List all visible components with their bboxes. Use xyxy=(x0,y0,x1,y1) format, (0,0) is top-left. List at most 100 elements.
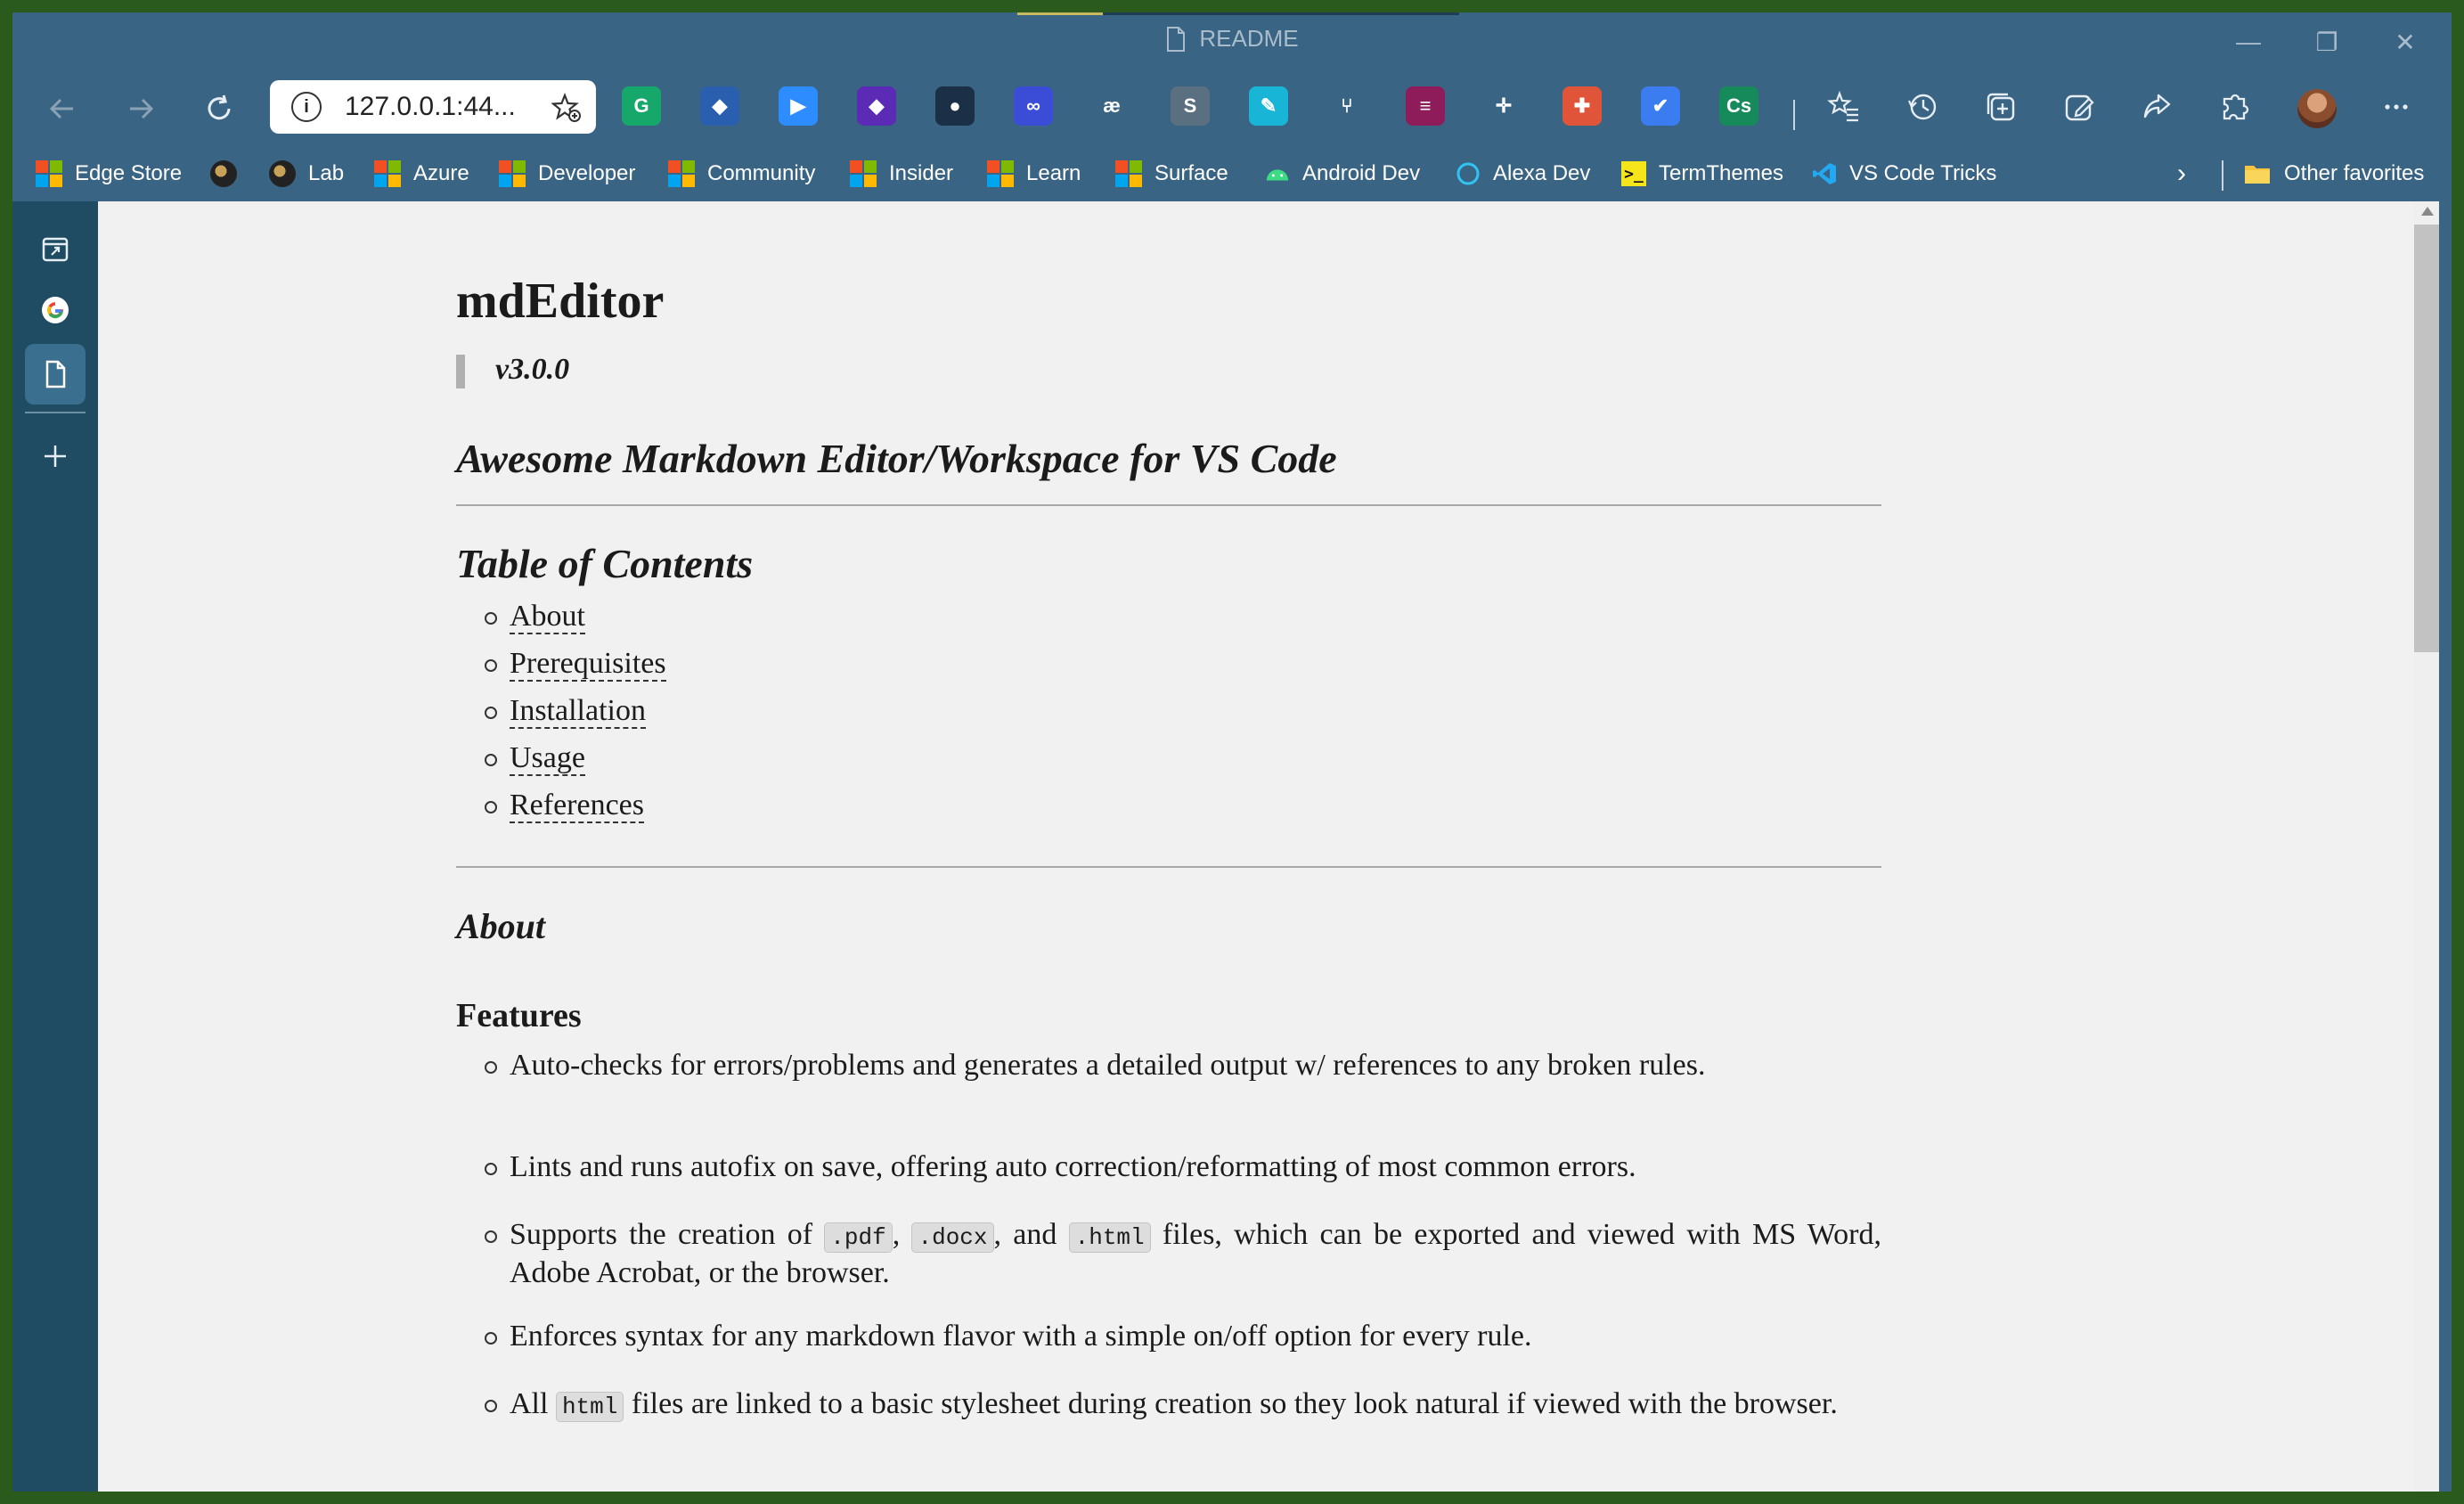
share-button[interactable] xyxy=(2138,87,2177,127)
inline-code: .docx xyxy=(911,1222,994,1253)
vertical-scrollbar[interactable] xyxy=(2414,201,2439,1492)
ext-cross-icon: ✛ xyxy=(1495,94,1513,117)
zoom-button[interactable]: ▶ xyxy=(779,86,818,126)
sidebar-divider xyxy=(25,412,86,413)
puzzle-icon xyxy=(2223,94,2249,120)
ext-s-button[interactable]: S xyxy=(1171,86,1210,126)
favorite-label: Azure xyxy=(413,161,469,185)
grammarly-button[interactable]: G xyxy=(622,86,661,126)
ext-fork-button[interactable]: ⑂ xyxy=(1327,86,1367,126)
horizontal-rule xyxy=(456,866,1881,868)
sidebar xyxy=(12,201,98,1492)
ext-pen-button[interactable]: ✎ xyxy=(1249,86,1288,126)
favorite-item[interactable]: Alexa Dev xyxy=(1456,157,1590,191)
sidebar-new-tab-button[interactable] xyxy=(25,426,86,486)
address-bar[interactable]: i 127.0.0.1:44... xyxy=(270,80,596,134)
favorites-star-icon xyxy=(1827,90,1858,122)
sidebar-tab-actions-button[interactable] xyxy=(25,219,86,280)
tab-actions-icon xyxy=(42,237,69,262)
back-button[interactable] xyxy=(36,82,89,135)
toolbar-separator xyxy=(1793,100,1795,130)
favorites-bar: Edge Store Lab Azure Developer Community Insi… xyxy=(12,146,2452,201)
favorite-label: Community xyxy=(707,161,816,185)
favorites-overflow-button[interactable]: › xyxy=(2177,157,2186,191)
ae-button[interactable]: æ xyxy=(1092,86,1131,126)
scroll-up-arrow-icon[interactable] xyxy=(2421,207,2434,216)
close-button[interactable]: ✕ xyxy=(2366,20,2444,64)
toc-link-installation[interactable]: Installation xyxy=(510,694,646,729)
refresh-button[interactable] xyxy=(192,82,246,135)
favorite-item[interactable]: VS Code Tricks xyxy=(1812,157,1996,191)
feature-text: Auto-checks for errors/problems and gene… xyxy=(510,1049,1706,1082)
history-icon xyxy=(1907,94,1937,120)
toc-link-usage[interactable]: Usage xyxy=(510,741,585,776)
scrollbar-thumb[interactable] xyxy=(2414,225,2439,652)
favorite-item[interactable]: Android Dev xyxy=(1265,157,1420,191)
restore-button[interactable]: ❐ xyxy=(2288,20,2366,64)
ext-link-icon: ∞ xyxy=(1026,94,1040,117)
zoom-icon: ▶ xyxy=(790,94,806,117)
ext-blue-button[interactable]: ◆ xyxy=(700,86,739,126)
favorite-item[interactable]: Edge Store xyxy=(36,157,182,191)
favorite-item[interactable]: Learn xyxy=(987,157,1081,191)
vscode-icon xyxy=(1812,161,1837,186)
profile-avatar[interactable] xyxy=(2297,89,2337,128)
forward-button[interactable] xyxy=(114,82,167,135)
toc-item: Usage xyxy=(485,740,585,776)
toolbar: i 127.0.0.1:44... G ◆ ▶ ◆ ● ∞ æ S ✎ ⑂ ≡ ✛ ✚ ✔ Cs xyxy=(12,71,2452,146)
performance-button[interactable] xyxy=(2060,87,2099,127)
ext-link-button[interactable]: ∞ xyxy=(1014,86,1053,126)
alexa-icon xyxy=(1456,161,1481,186)
ext-purple-button[interactable]: ◆ xyxy=(857,86,896,126)
favorite-label: Surface xyxy=(1154,161,1228,185)
ext-cross-button[interactable]: ✛ xyxy=(1484,86,1523,126)
minimize-icon: — xyxy=(2236,28,2261,55)
blockquote-bar xyxy=(456,355,465,388)
arrow-right-icon xyxy=(130,98,154,119)
inline-code: .html xyxy=(1068,1222,1151,1253)
more-options-button[interactable] xyxy=(2377,87,2416,127)
toc-item: Installation xyxy=(485,693,646,729)
sidebar-tab-google[interactable] xyxy=(25,280,86,340)
favorite-item[interactable]: >_ TermThemes xyxy=(1621,157,1783,191)
add-favorite-icon[interactable] xyxy=(551,93,582,123)
toc-item: References xyxy=(484,788,645,823)
favorite-item[interactable]: Insider xyxy=(850,157,953,191)
plus-icon xyxy=(45,445,66,467)
info-icon[interactable]: i xyxy=(291,92,322,122)
terminal-icon: >_ xyxy=(1621,161,1646,186)
favorite-label: VS Code Tricks xyxy=(1849,161,1997,185)
sidebar-tab-readme[interactable] xyxy=(25,344,86,405)
favorite-item[interactable]: Lab xyxy=(269,157,344,191)
favorite-item[interactable]: Surface xyxy=(1115,157,1228,191)
ext-chat-button[interactable]: ● xyxy=(935,86,975,126)
ext-cs-button[interactable]: Cs xyxy=(1719,86,1758,126)
favorite-item[interactable]: Community xyxy=(668,157,815,191)
history-button[interactable] xyxy=(1903,87,1942,127)
other-favorites-label: Other favorites xyxy=(2284,161,2425,185)
extensions-button[interactable] xyxy=(2216,87,2256,127)
ext-red-button[interactable]: ✚ xyxy=(1562,86,1602,126)
android-icon xyxy=(1265,161,1290,186)
favorites-button[interactable] xyxy=(1824,87,1864,127)
ext-check-button[interactable]: ✔ xyxy=(1641,86,1680,126)
minimize-button[interactable]: — xyxy=(2209,20,2288,64)
favorite-item[interactable] xyxy=(210,157,237,191)
window-title: README xyxy=(12,25,2452,59)
collections-button[interactable] xyxy=(1981,87,2020,127)
ext-pink-button[interactable]: ≡ xyxy=(1406,86,1445,126)
toc-link-prerequisites[interactable]: Prerequisites xyxy=(510,647,666,682)
favorites-separator xyxy=(2222,160,2223,191)
microsoft-logo-icon xyxy=(1115,160,1142,187)
more-icon xyxy=(2385,104,2408,110)
favorite-item[interactable]: Azure xyxy=(374,157,469,191)
address-text: 127.0.0.1:44... xyxy=(345,92,516,121)
other-favorites-folder[interactable]: Other favorites xyxy=(2243,157,2424,191)
microsoft-logo-icon xyxy=(499,160,526,187)
favorite-label: Alexa Dev xyxy=(1493,161,1591,185)
favorite-item[interactable]: Developer xyxy=(499,157,635,191)
toc-link-about[interactable]: About xyxy=(510,600,585,634)
doc-version: v3.0.0 xyxy=(495,353,570,386)
toc-link-references[interactable]: References xyxy=(510,789,645,823)
browser-window: README — ❐ ✕ i 127.0.0.1:44... G ◆ ▶ ◆ ● ∞ æ S ✎… xyxy=(12,12,2452,1492)
